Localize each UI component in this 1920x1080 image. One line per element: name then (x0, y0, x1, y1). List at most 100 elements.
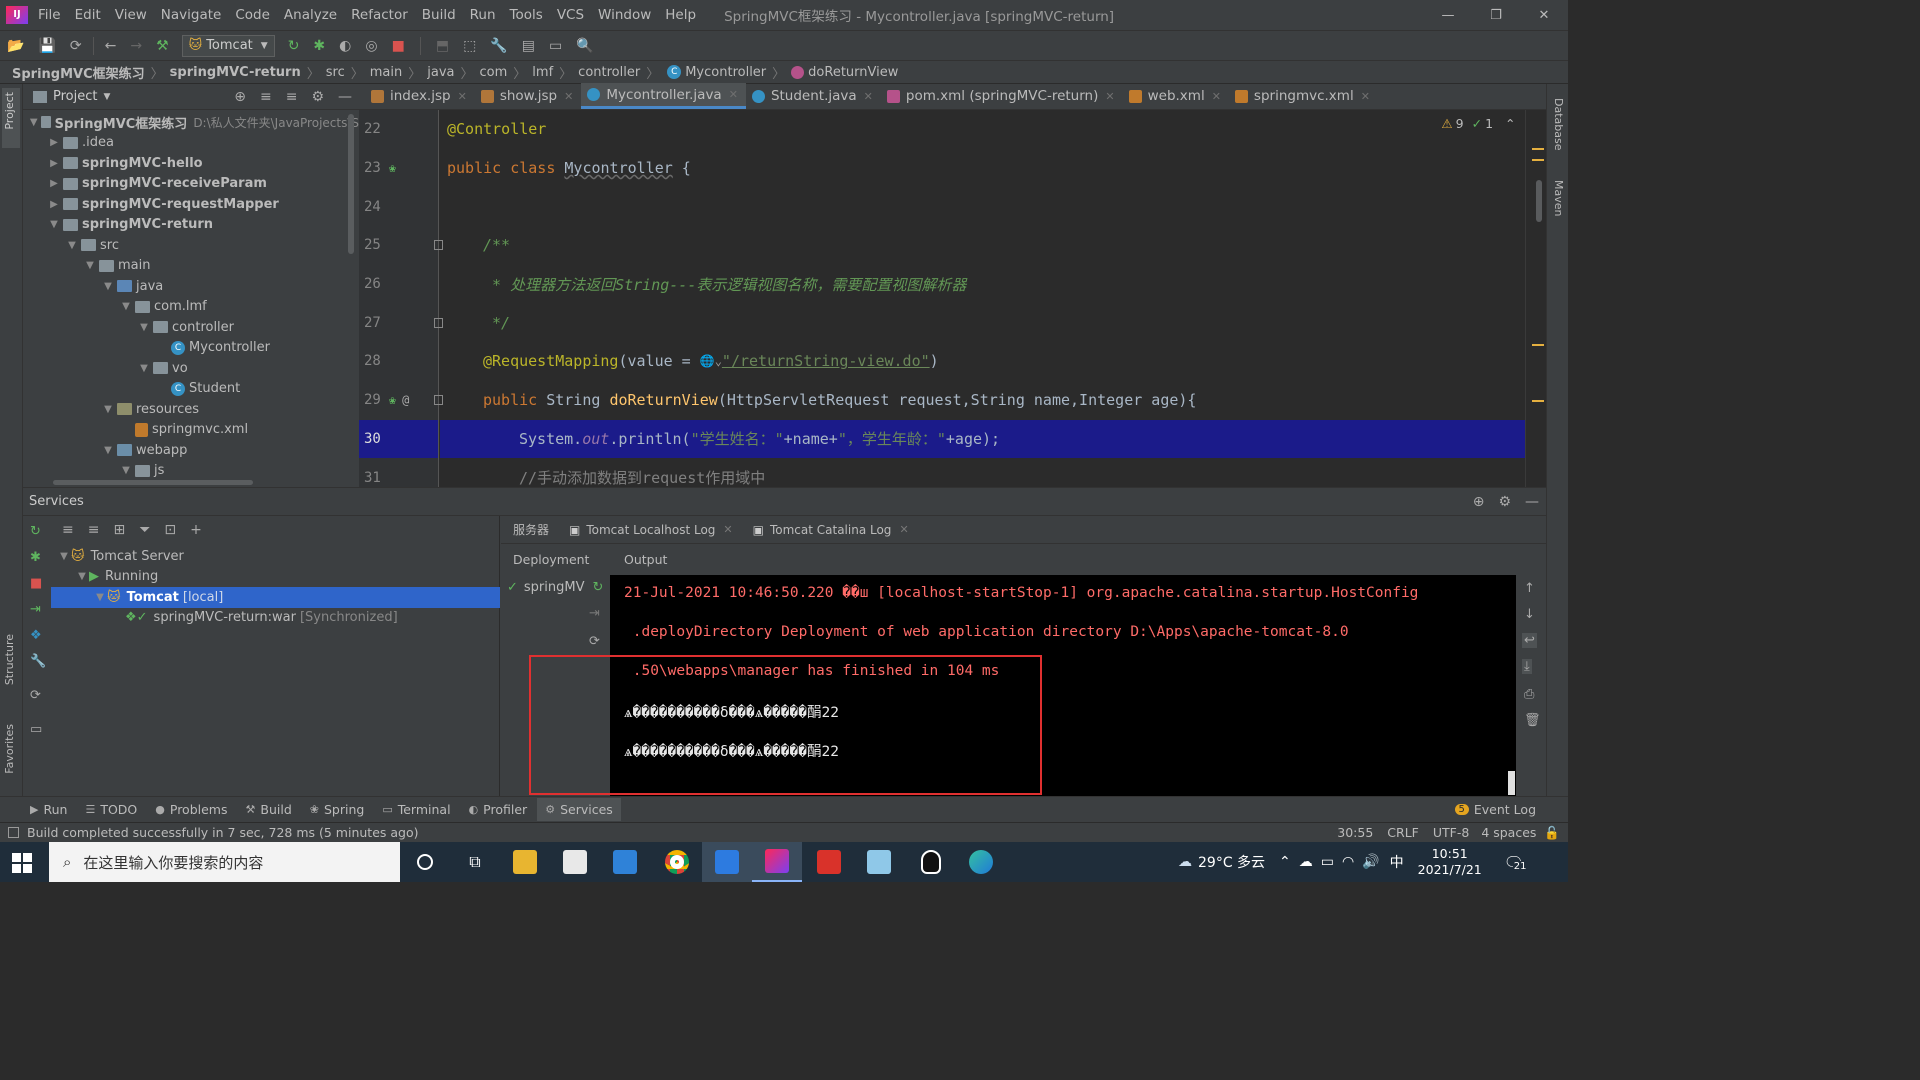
menu-item-code[interactable]: Code (235, 7, 270, 23)
chevron-down-icon[interactable]: ▼ (83, 260, 97, 271)
tool-window-build[interactable]: ⚒ Build (246, 802, 292, 817)
project-tree-node[interactable]: ▼ main (23, 256, 359, 277)
gear-icon[interactable]: ⚙ (311, 89, 324, 105)
editor-tab[interactable]: Mycontroller.java ✕ (581, 83, 746, 109)
stop-icon[interactable]: ■ (392, 38, 405, 54)
mail-icon[interactable] (600, 842, 650, 882)
favorites-tool-label[interactable]: Favorites (3, 724, 16, 774)
bean-icon[interactable]: ❀ (389, 393, 396, 407)
redeploy-icon[interactable]: ↻ (593, 580, 604, 595)
scroll-to-end-icon[interactable]: ⤓ (1522, 659, 1532, 674)
locate-icon[interactable]: ⊕ (1473, 494, 1485, 510)
breadcrumb-item[interactable]: controller (578, 65, 640, 80)
chevron-right-icon[interactable]: ▶ (47, 158, 61, 169)
breadcrumb-item[interactable]: doReturnView (808, 65, 898, 80)
expand-all-icon[interactable]: ≡ (260, 89, 272, 105)
chevron-down-icon[interactable]: ▼ (101, 445, 115, 456)
chevron-down-icon[interactable]: ▼ (93, 592, 107, 603)
service-tab[interactable]: 服务器 (513, 521, 549, 538)
tool-window-run[interactable]: ▶ Run (30, 802, 67, 817)
breadcrumb-item[interactable]: lmf (532, 65, 553, 80)
service-tree-node[interactable]: ❖✓ springMVC-return:war [Synchronized] (51, 608, 500, 629)
menu-item-file[interactable]: File (38, 7, 61, 23)
rerun-icon[interactable]: ↻ (288, 38, 300, 54)
project-tree-node[interactable]: C Mycontroller (23, 338, 359, 359)
editor-tab[interactable]: web.xml ✕ (1123, 83, 1229, 109)
add-icon[interactable]: + (190, 522, 202, 538)
lock-icon[interactable]: 🔓 (1544, 825, 1560, 841)
refresh-icon[interactable]: ⟳ (30, 688, 41, 703)
scroll-down-icon[interactable]: ↓ (1524, 607, 1535, 622)
project-hscrollbar[interactable] (53, 480, 253, 485)
project-tree-node[interactable]: ▼ controller (23, 317, 359, 338)
close-button[interactable]: ✕ (1520, 8, 1568, 23)
status-message[interactable]: Build completed successfully in 7 sec, 7… (27, 825, 419, 840)
project-tree-node[interactable]: ▼ java (23, 276, 359, 297)
store-icon[interactable] (550, 842, 600, 882)
artifacts-icon[interactable]: ❖ (30, 628, 42, 643)
editor-tab[interactable]: springmvc.xml ✕ (1229, 83, 1378, 109)
file-explorer-icon[interactable] (500, 842, 550, 882)
maven-tool-label[interactable]: Maven (1552, 180, 1565, 216)
project-tree-node[interactable]: ▶ springMVC-receiveParam (23, 174, 359, 195)
tool-window-problems[interactable]: ● Problems (155, 802, 227, 817)
close-icon[interactable]: ✕ (564, 90, 573, 103)
scroll-up-icon[interactable]: ↑ (1524, 581, 1535, 596)
line-separator[interactable]: CRLF (1387, 825, 1419, 840)
service-tree-node[interactable]: ▼ ▶ Running (51, 567, 500, 588)
wrench-icon[interactable]: 🔧 (30, 654, 46, 669)
chevron-up-icon[interactable]: ⌃ (1279, 854, 1291, 870)
new-tab-icon[interactable]: ⊡ (164, 522, 176, 538)
close-icon[interactable]: ✕ (458, 90, 467, 103)
service-tab[interactable]: ▣ Tomcat Localhost Log ✕ (569, 523, 733, 537)
refresh-icon[interactable]: ⟳ (589, 634, 600, 649)
back-icon[interactable]: ← (105, 38, 117, 54)
chevron-down-icon[interactable]: ▼ (103, 92, 110, 102)
tool-window-profiler[interactable]: ◐ Profiler (469, 802, 528, 817)
project-tree-node[interactable]: ▶ .idea (23, 133, 359, 154)
caret-position[interactable]: 30:55 (1337, 825, 1373, 840)
project-tree-node[interactable]: springmvc.xml (23, 420, 359, 441)
terminal-icon[interactable]: ▭ (549, 38, 562, 54)
service-tree-node[interactable]: ▼ 🐱 Tomcat [local] (51, 587, 500, 608)
run-config-select[interactable]: 🐱 Tomcat ▼ (181, 34, 275, 57)
rerun-icon[interactable]: ↻ (30, 524, 41, 539)
project-tree-node[interactable]: C Student (23, 379, 359, 400)
minimize-button[interactable]: — (1424, 8, 1472, 23)
menu-item-refactor[interactable]: Refactor (351, 7, 408, 23)
close-icon[interactable]: ✕ (723, 523, 732, 536)
chevron-down-icon[interactable]: ▼ (119, 465, 133, 476)
breadcrumb-item[interactable]: Mycontroller (685, 65, 766, 80)
menu-item-run[interactable]: Run (470, 7, 496, 23)
vcs-icon[interactable]: ⬒ (436, 38, 449, 54)
chevron-down-icon[interactable]: ▼ (137, 322, 151, 333)
battery-icon[interactable]: ▭ (1321, 854, 1334, 870)
menu-item-view[interactable]: View (115, 7, 147, 23)
project-tree-node[interactable]: ▼ webapp (23, 440, 359, 461)
event-log-button[interactable]: 5 Event Log (1454, 802, 1536, 817)
clear-icon[interactable]: 🗑 (1524, 713, 1541, 728)
project-tree-node[interactable]: ▶ springMVC-hello (23, 153, 359, 174)
service-tab[interactable]: ▣ Tomcat Catalina Log ✕ (753, 523, 909, 537)
project-panel-title[interactable]: Project (53, 89, 97, 104)
web-mapping-icon[interactable]: @ (402, 393, 409, 407)
chevron-right-icon[interactable]: ▶ (47, 137, 61, 148)
maximize-button[interactable]: ❐ (1472, 8, 1520, 23)
task-view-icon[interactable]: ⧉ (450, 842, 500, 882)
breadcrumb-item[interactable]: SpringMVC框架练习 (12, 63, 145, 82)
clock[interactable]: 10:51 2021/7/21 (1418, 846, 1482, 878)
weather-text[interactable]: 29°C 多云 (1198, 852, 1265, 872)
editor-tab[interactable]: Student.java ✕ (746, 83, 881, 109)
chevron-right-icon[interactable]: ▶ (47, 199, 61, 210)
chevron-down-icon[interactable]: ▼ (57, 551, 71, 562)
chevron-down-icon[interactable]: ▼ (75, 571, 89, 582)
save-icon[interactable]: 💾 (38, 38, 55, 54)
structure-tool-label[interactable]: Structure (3, 634, 16, 685)
editor-tab[interactable]: index.jsp ✕ (365, 83, 475, 109)
filter-icon[interactable]: ⏷ (139, 522, 150, 538)
sync-icon[interactable]: ⟳ (70, 38, 82, 54)
database-tool-label[interactable]: Database (1552, 98, 1565, 151)
wifi-icon[interactable]: ◠ (1342, 854, 1354, 870)
build-hammer-icon[interactable]: ⚒ (156, 38, 169, 54)
project-structure-icon[interactable]: ⬚ (463, 38, 476, 54)
